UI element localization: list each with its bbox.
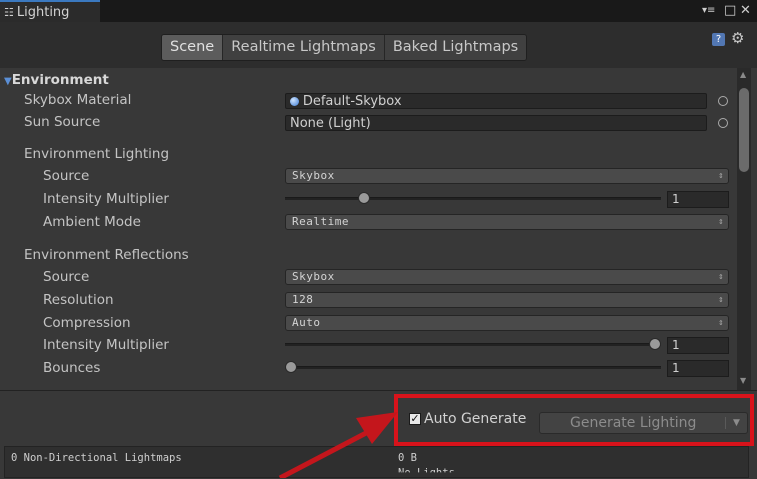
annotation-arrow [278, 412, 398, 478]
arrow-shaft [278, 429, 370, 478]
arrow-head-icon [356, 412, 398, 444]
